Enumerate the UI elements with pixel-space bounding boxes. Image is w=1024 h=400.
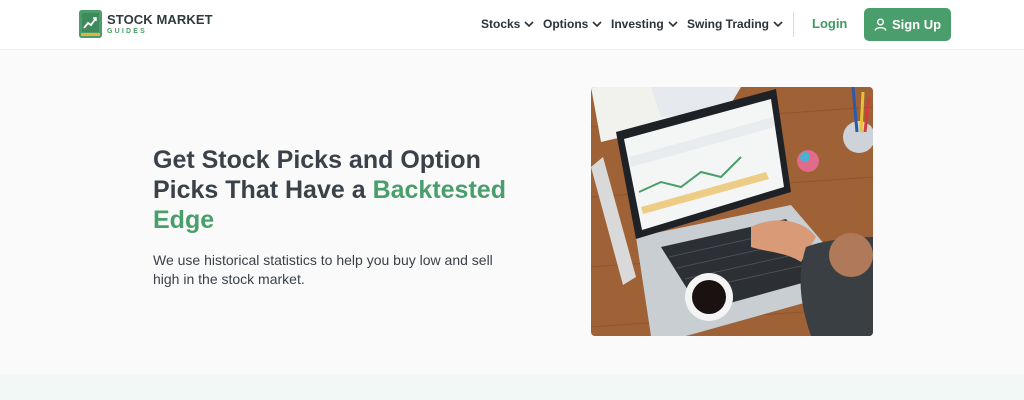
logo-title: STOCK MARKET [107,12,213,27]
logo-subtitle: GUIDES [107,28,148,35]
login-link[interactable]: Login [812,16,847,31]
chevron-down-icon [773,21,783,28]
nav-item-swing-trading[interactable]: Swing Trading [687,17,783,31]
nav-item-stocks[interactable]: Stocks [481,17,534,31]
next-section-background [0,374,1024,400]
laptop-desk-photo [591,87,873,336]
hero-image [591,87,873,336]
nav-item-investing[interactable]: Investing [611,17,678,31]
nav-item-options[interactable]: Options [543,17,602,31]
chevron-down-icon [592,21,602,28]
site-logo[interactable]: STOCK MARKET GUIDES [79,10,213,38]
nav-divider [793,12,794,37]
chart-trend-icon [79,10,102,38]
signup-button[interactable]: Sign Up [864,8,951,41]
top-navigation-bar: STOCK MARKET GUIDES Stocks Options Inves… [0,0,1024,50]
chevron-down-icon [668,21,678,28]
signup-label: Sign Up [891,17,942,32]
user-icon [874,18,887,31]
hero-title: Get Stock Picks and Option Picks That Ha… [153,145,553,235]
nav-item-label: Swing Trading [687,17,770,31]
chevron-down-icon [524,21,534,28]
nav-item-label: Options [543,17,589,31]
nav-item-label: Investing [611,17,664,31]
nav-item-label: Stocks [481,17,521,31]
hero-subtitle: We use historical statistics to help you… [153,252,493,287]
